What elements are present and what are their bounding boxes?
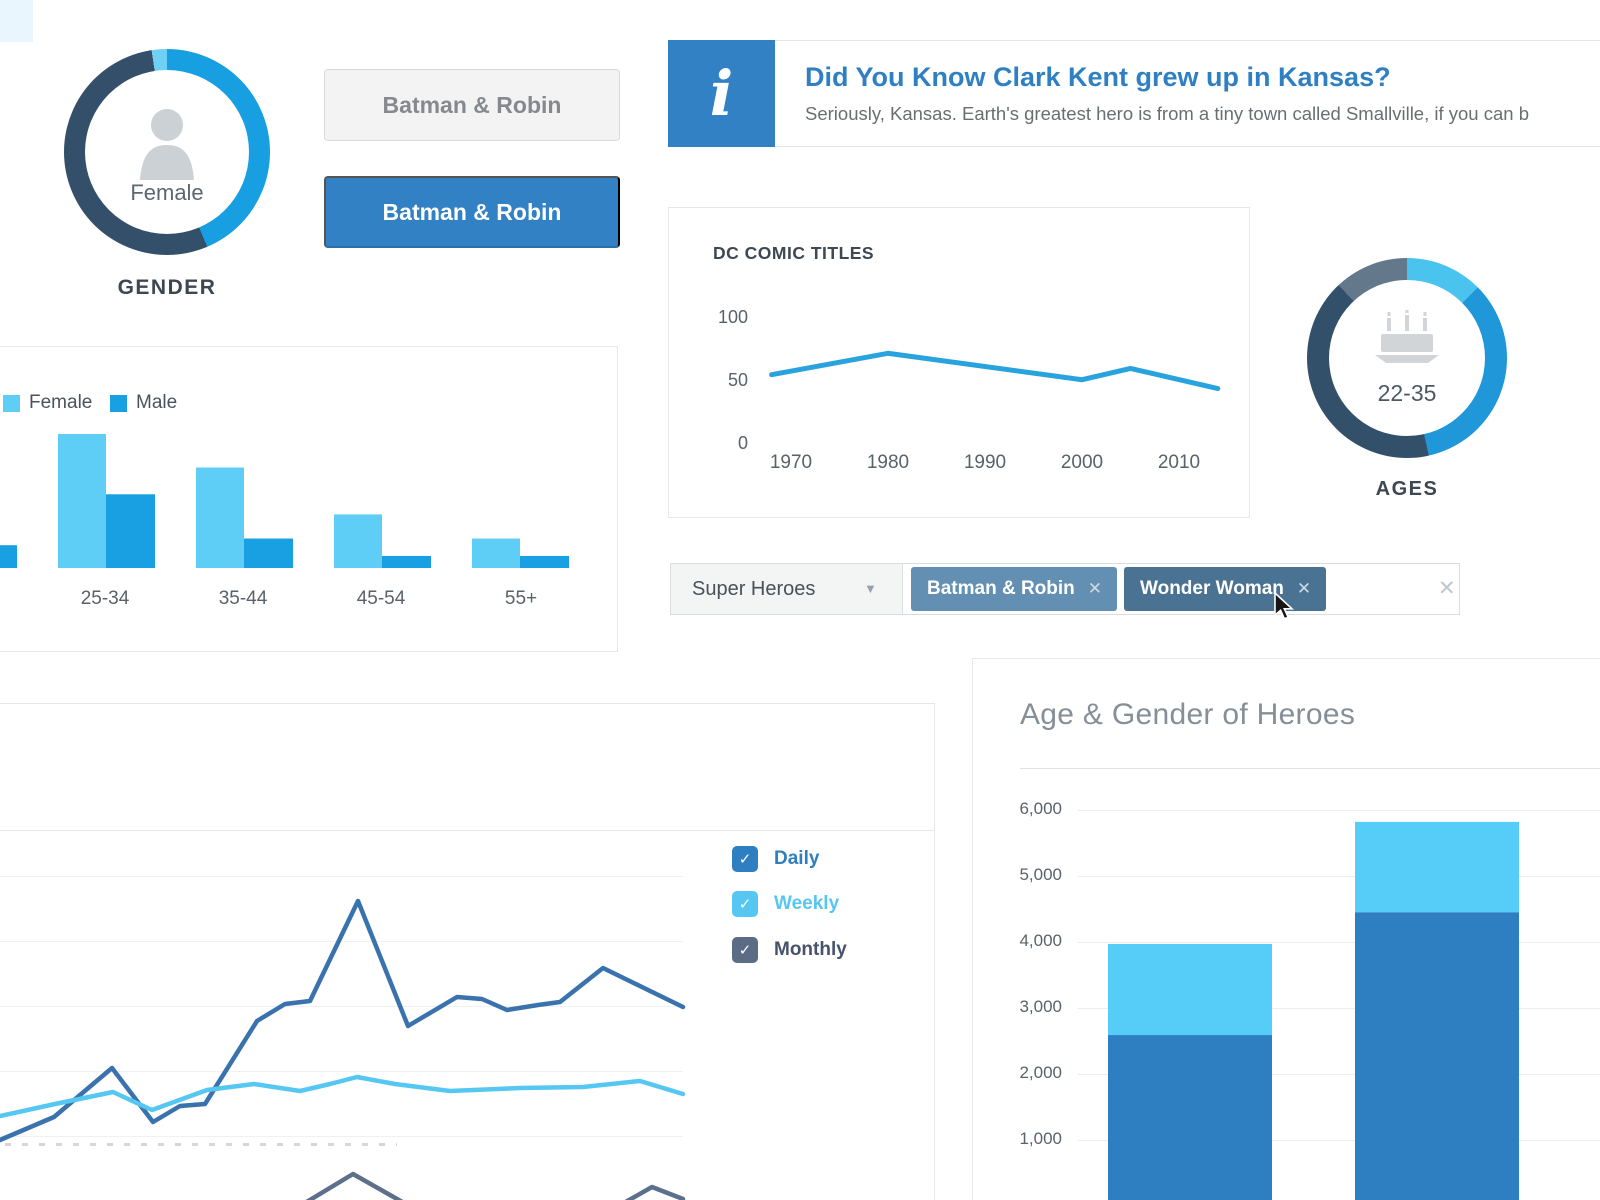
tag-label: Wonder Woman: [1140, 578, 1284, 600]
traffic-legend-item-daily: ✓ Daily: [732, 846, 819, 872]
info-icon: i: [668, 40, 775, 147]
checkbox-monthly[interactable]: ✓: [732, 937, 758, 963]
clear-filter-icon[interactable]: ✕: [1438, 576, 1456, 601]
checkbox-daily[interactable]: ✓: [732, 846, 758, 872]
tag-label: Batman & Robin: [927, 578, 1075, 600]
superheroes-select-label: Super Heroes: [692, 578, 815, 601]
traffic-line-monthly: [285, 1174, 683, 1200]
traffic-legend-item-monthly: ✓ Monthly: [732, 937, 847, 963]
bar-male: [244, 539, 293, 568]
bar-male: [382, 556, 431, 568]
bar-female: [196, 468, 244, 569]
dc-x-tick: 1980: [848, 452, 928, 474]
ages-donut-center-label: 22-35: [1307, 380, 1507, 407]
stacked-bar-female: [1108, 944, 1272, 1035]
dashboard-screen: { "misc": { "corner_tile_color": "#e9f6f…: [0, 0, 1600, 1200]
bar-category-label: 55+: [476, 588, 566, 610]
ages-donut-caption: AGES: [1307, 478, 1507, 501]
primary-button[interactable]: Batman & Robin: [324, 176, 620, 248]
info-banner-subtitle: Seriously, Kansas. Earth's greatest hero…: [805, 103, 1529, 125]
dc-titles-series-line: [772, 353, 1218, 388]
dc-x-tick: 2000: [1042, 452, 1122, 474]
ghost-button[interactable]: Batman & Robin: [324, 69, 620, 141]
bar-category-label: 45-54: [336, 588, 426, 610]
traffic-line-weekly: [0, 1077, 683, 1128]
mouse-cursor-icon: [1273, 592, 1299, 622]
bar-male: [520, 556, 569, 568]
traffic-legend-item-weekly: ✓ Weekly: [732, 891, 839, 917]
bar-category-label: 25-34: [60, 588, 150, 610]
gender-donut-center-label: Female: [64, 180, 270, 206]
dc-x-tick: 1970: [751, 452, 831, 474]
bar-female: [334, 514, 382, 568]
dc-y-tick: 100: [668, 307, 748, 329]
info-banner: [775, 40, 1600, 147]
bar-category-label: 35-44: [198, 588, 288, 610]
age-gender-stacked-chart: [972, 658, 1600, 1200]
birthday-cake-icon: [1375, 310, 1439, 364]
gender-donut-chart: Female: [64, 49, 270, 255]
checkbox-weekly[interactable]: ✓: [732, 891, 758, 917]
info-banner-title: Did You Know Clark Kent grew up in Kansa…: [805, 62, 1391, 93]
ages-donut-chart: 22-35: [1307, 258, 1507, 458]
traffic-line-daily: [0, 901, 683, 1160]
dc-y-tick: 50: [668, 370, 748, 392]
checkbox-label: Weekly: [774, 893, 839, 915]
checkbox-label: Daily: [774, 848, 819, 870]
checkbox-label: Monthly: [774, 939, 847, 961]
dc-x-tick: 2010: [1139, 452, 1219, 474]
chevron-down-icon[interactable]: ▼: [864, 581, 877, 596]
stacked-bar-female: [1355, 822, 1519, 912]
bar-female: [58, 434, 106, 568]
bar-male: [106, 494, 155, 568]
tag-remove-icon[interactable]: ✕: [1088, 579, 1102, 599]
dc-x-tick: 1990: [945, 452, 1025, 474]
filter-tag-batman-robin[interactable]: Batman & Robin ✕: [911, 567, 1117, 611]
dc-y-tick: 0: [668, 433, 748, 455]
stacked-bar-male: [1355, 912, 1519, 1200]
bar-female: [472, 539, 520, 568]
tag-remove-icon[interactable]: ✕: [1297, 579, 1311, 599]
cutoff-corner-tile: [0, 0, 33, 42]
stacked-bar-male: [1108, 1035, 1272, 1200]
person-female-icon: [139, 107, 195, 181]
gender-donut-caption: GENDER: [64, 276, 270, 300]
